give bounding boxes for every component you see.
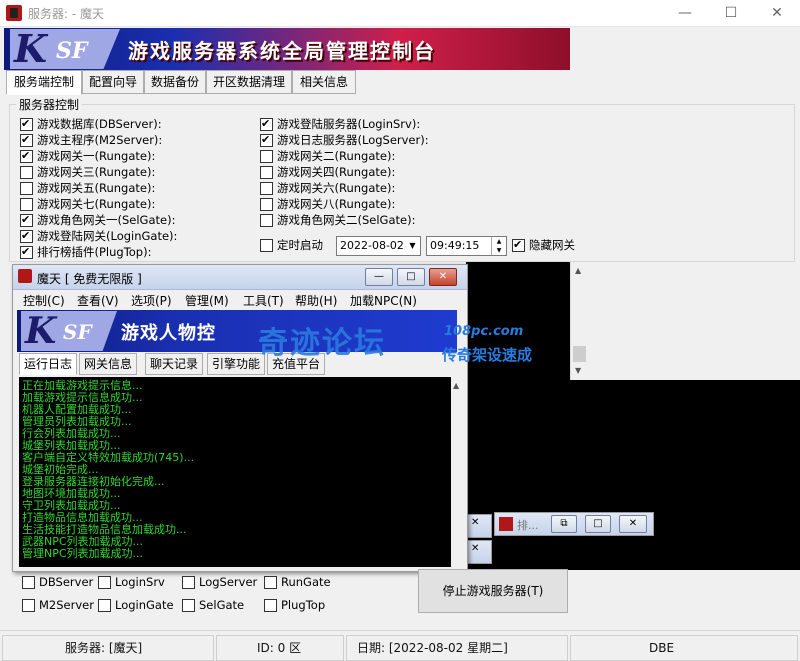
checkbox-box[interactable] — [260, 214, 273, 227]
log-scrollbar[interactable]: ▲ — [451, 377, 466, 567]
console-scrollbar[interactable]: ▲ ▼ — [570, 262, 588, 380]
banner-title: 游戏服务器系统全局管理控制台 — [128, 39, 436, 63]
m2server-title: 魔天 [ 免费无限版 ] — [37, 272, 142, 286]
mini-window-plugtop[interactable]: 排... ⧉ □ ✕ — [494, 512, 654, 536]
window-title-bar: 服务器: - 魔天 — ☐ ✕ — [0, 0, 800, 27]
menu-bar: 控制(C) 查看(V) 选项(P) 管理(M) 工具(T) 帮助(H) 加载NP… — [13, 289, 467, 309]
checkbox-box[interactable] — [98, 599, 111, 612]
close-button[interactable]: ✕ — [754, 0, 800, 26]
checkbox-box[interactable] — [260, 198, 273, 211]
scroll-thumb[interactable] — [573, 346, 586, 362]
menu-help[interactable]: 帮助(H) — [295, 292, 337, 309]
tab-engine[interactable]: 引擎功能 — [207, 353, 265, 375]
header-banner: K SF 游戏服务器系统全局管理控制台 — [4, 28, 570, 70]
date-picker[interactable]: 2022-08-02 ▼ — [336, 236, 421, 256]
checkbox-box[interactable] — [260, 239, 273, 252]
checkbox-box[interactable] — [182, 599, 195, 612]
close-icon[interactable]: ✕ — [429, 268, 457, 286]
checkbox-box[interactable] — [20, 182, 33, 195]
m2server-banner: K SF 游戏人物控 — [17, 310, 457, 352]
m2server-title-bar: 魔天 [ 免费无限版 ] — □ ✕ — [13, 265, 467, 290]
checkbox-box[interactable] — [260, 132, 273, 148]
m2server-banner-title: 游戏人物控 — [121, 323, 216, 344]
log-line: 管理NPC列表加载成功... — [22, 547, 144, 560]
watermark-logo: 奇迹论坛 — [258, 326, 386, 361]
checkbox-box[interactable] — [22, 599, 35, 612]
m2server-window: 魔天 [ 免费无限版 ] — □ ✕ 控制(C) 查看(V) 选项(P) 管理(… — [12, 264, 468, 572]
tab-chat-log[interactable]: 聊天记录 — [145, 353, 203, 375]
checkbox-box[interactable] — [22, 576, 35, 589]
status-id: ID: 0 区 — [216, 635, 344, 661]
checkbox-box[interactable] — [264, 576, 277, 589]
background-console — [466, 380, 800, 570]
tab-server-control[interactable]: 服务端控制 — [6, 70, 82, 95]
checkbox-box[interactable] — [260, 166, 273, 179]
menu-load-npc[interactable]: 加载NPC(N) — [350, 292, 417, 309]
menu-manage[interactable]: 管理(M) — [185, 292, 229, 309]
scroll-down-icon[interactable]: ▼ — [575, 366, 581, 375]
checkbox-box[interactable] — [20, 212, 33, 228]
app-icon — [6, 5, 22, 21]
checkbox-box[interactable] — [20, 116, 33, 132]
status-server: 服务器: [魔天] — [2, 635, 214, 661]
tab-gate-info[interactable]: 网关信息 — [79, 353, 137, 375]
app-icon — [499, 517, 513, 531]
menu-tools[interactable]: 工具(T) — [243, 292, 284, 309]
watermark-site: 108pc.com — [444, 324, 524, 339]
stop-server-button[interactable]: 停止游戏服务器(T) — [418, 569, 568, 613]
chevron-down-icon[interactable]: ▼ — [406, 238, 419, 254]
menu-control[interactable]: 控制(C) — [23, 292, 65, 309]
run-log: 正在加载游戏提示信息... 加载游戏提示信息成功... 机器人配置加载成功...… — [19, 377, 451, 567]
checkbox-box[interactable] — [264, 599, 277, 612]
logo-sf: SF — [63, 320, 92, 344]
mini-window-title: 排... — [517, 519, 539, 532]
restore-icon[interactable]: ⧉ — [551, 515, 577, 533]
tab-data-cleanup[interactable]: 开区数据清理 — [206, 70, 292, 94]
checkbox-box[interactable] — [20, 198, 33, 211]
mini-window-fragment[interactable]: ✕ — [466, 514, 492, 538]
close-icon[interactable]: ✕ — [471, 543, 479, 554]
server-control-label: 服务器控制 — [16, 96, 83, 113]
logo-sf: SF — [56, 38, 88, 64]
maximize-button[interactable]: ☐ — [708, 0, 754, 26]
status-code: DBE — [570, 635, 798, 661]
close-icon[interactable]: ✕ — [471, 517, 479, 528]
app-icon — [18, 269, 32, 283]
checkbox-box[interactable] — [20, 166, 33, 179]
checkbox-box[interactable] — [182, 576, 195, 589]
status-bar: 服务器: [魔天] ID: 0 区 日期: [2022-08-02 星期二] D… — [0, 630, 800, 661]
time-picker[interactable]: 09:49:15 ▲ ▼ — [426, 236, 507, 256]
spin-arrows-icon[interactable]: ▲ ▼ — [491, 237, 506, 255]
logo-k: K — [14, 28, 48, 70]
checkbox-box[interactable] — [260, 182, 273, 195]
status-date: 日期: [2022-08-02 星期二] — [346, 635, 568, 661]
minimize-icon[interactable]: — — [365, 268, 393, 286]
scroll-up-icon[interactable]: ▲ — [453, 381, 459, 390]
menu-options[interactable]: 选项(P) — [131, 292, 172, 309]
mini-window-fragment-2[interactable]: ✕ — [466, 540, 492, 564]
checkbox-box[interactable] — [20, 228, 33, 244]
checkbox-box[interactable] — [260, 116, 273, 132]
checkbox-box[interactable] — [512, 237, 525, 253]
tab-related-info[interactable]: 相关信息 — [292, 70, 356, 94]
checkbox-box[interactable] — [98, 576, 111, 589]
maximize-icon[interactable]: □ — [585, 515, 611, 533]
maximize-icon[interactable]: □ — [397, 268, 425, 286]
watermark-slogan: 传奇架设速成 — [442, 346, 533, 364]
checkbox-box[interactable] — [20, 148, 33, 164]
window-title: 服务器: - 魔天 — [28, 7, 105, 21]
close-icon[interactable]: ✕ — [619, 515, 647, 533]
logo-k: K — [25, 310, 57, 352]
checkbox-box[interactable] — [20, 244, 33, 260]
tab-config-wizard[interactable]: 配置向导 — [82, 70, 144, 94]
tab-run-log[interactable]: 运行日志 — [19, 353, 77, 375]
minimize-button[interactable]: — — [662, 0, 708, 26]
menu-view[interactable]: 查看(V) — [77, 292, 119, 309]
checkbox-box[interactable] — [260, 150, 273, 163]
checkbox-box[interactable] — [20, 132, 33, 148]
scroll-up-icon[interactable]: ▲ — [575, 266, 581, 275]
tab-data-backup[interactable]: 数据备份 — [144, 70, 206, 94]
